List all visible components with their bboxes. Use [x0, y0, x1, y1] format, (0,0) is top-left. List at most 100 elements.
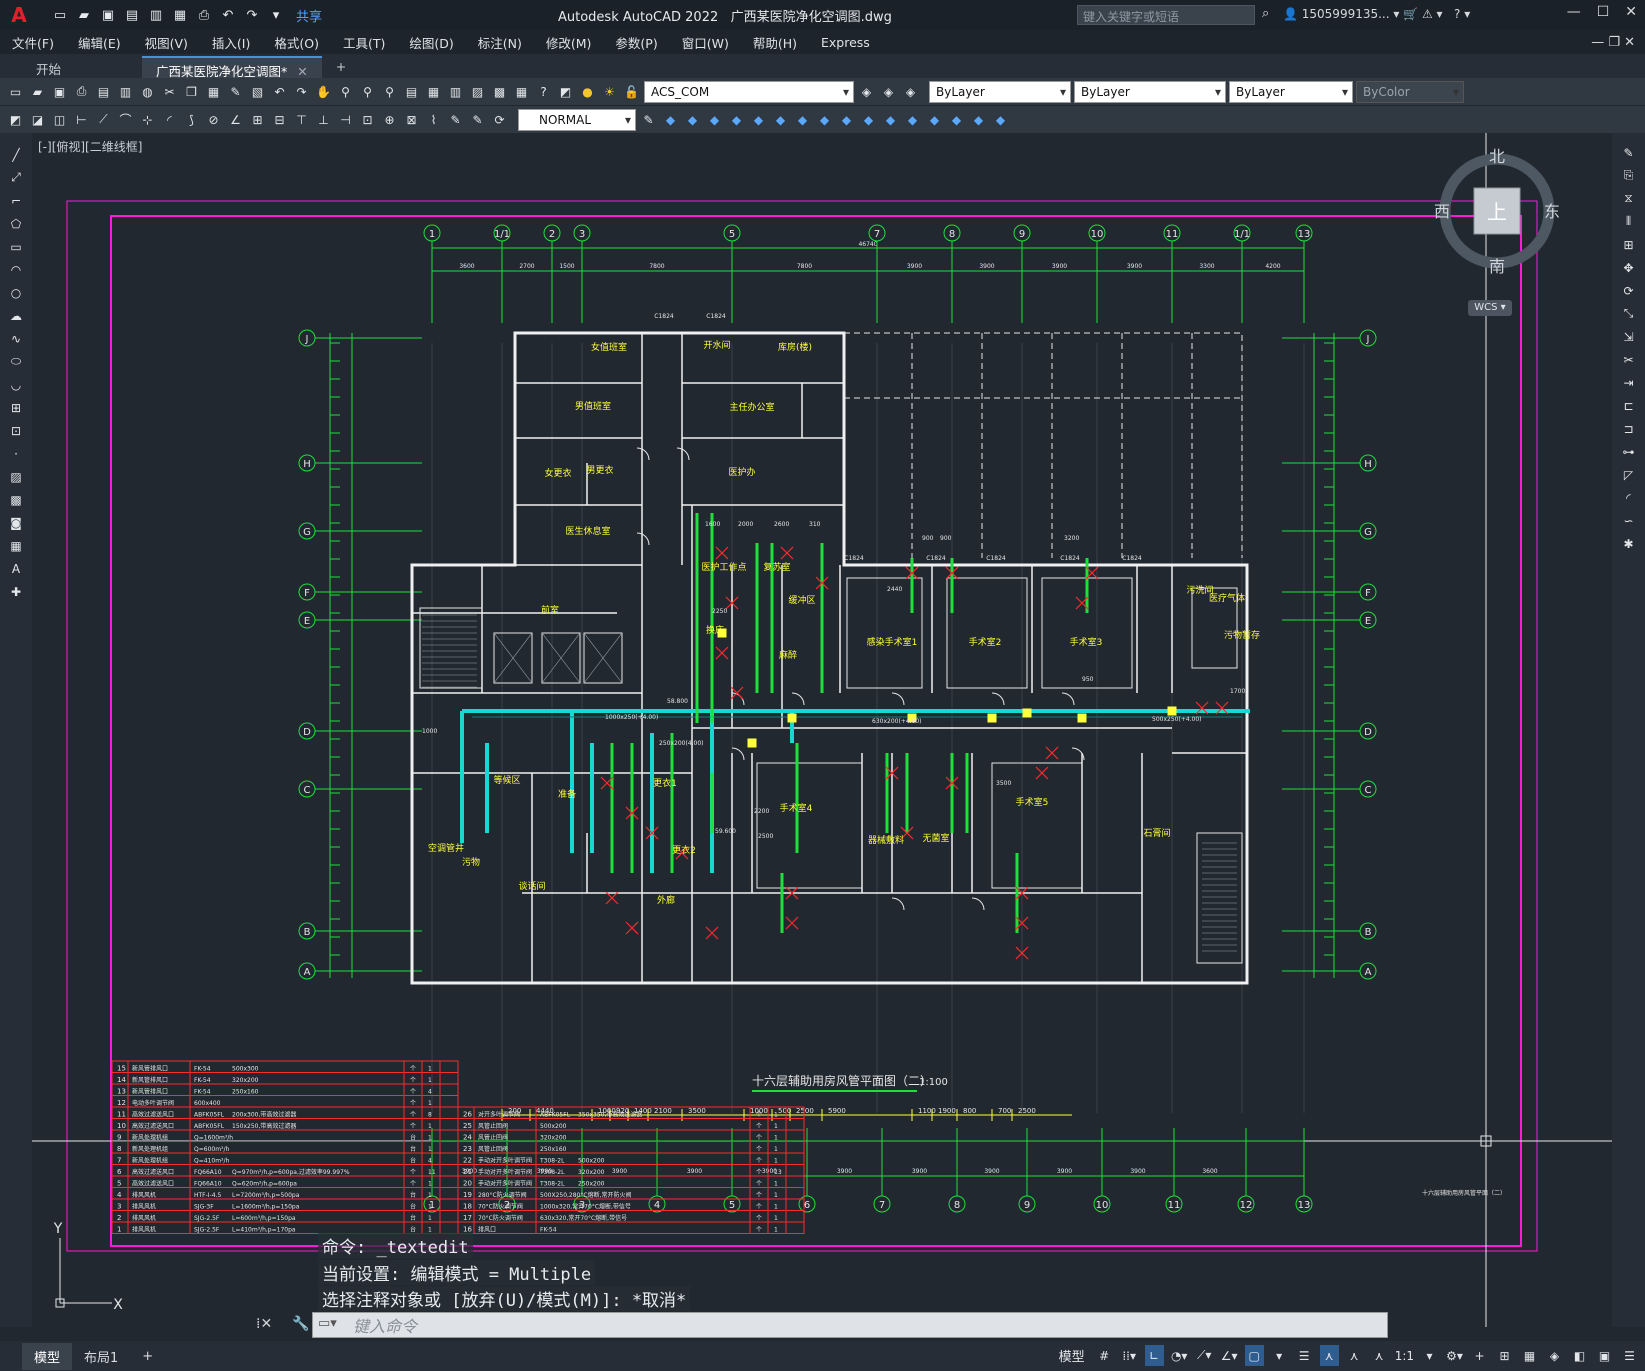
ordinate-dim-icon[interactable]: ⊹ [138, 110, 157, 129]
auto-scale-icon[interactable]: ⋏ [1345, 1345, 1364, 1366]
sun-icon[interactable]: ☀ [600, 82, 619, 101]
annotation-scale-icon[interactable]: ⋏ [1370, 1345, 1389, 1366]
region-icon[interactable]: ◙ [7, 513, 26, 532]
view-tool-13-icon[interactable]: ◆ [925, 110, 944, 129]
menu-draw[interactable]: 绘图(D) [397, 33, 465, 52]
layer-prev-icon[interactable]: ◈ [879, 82, 898, 101]
open-file-icon[interactable]: ▰ [28, 82, 47, 101]
menu-window[interactable]: 窗口(W) [670, 33, 741, 52]
dim-tool-3-icon[interactable]: ◫ [50, 110, 69, 129]
erase-icon[interactable]: ✎ [1619, 143, 1638, 162]
zoom-realtime-icon[interactable]: ⚲ [336, 82, 355, 101]
search-input[interactable]: 键入关键字或短语 [1077, 5, 1255, 25]
preview-icon[interactable]: ▤ [94, 82, 113, 101]
drawing-canvas[interactable]: [-][俯视][二维线框] 46740 1 3600 1/1 2700 2 1500 3 780… [32, 133, 1612, 1327]
scale-dropdown[interactable]: 1:1 [1395, 1345, 1414, 1366]
center-mark-icon[interactable]: ⊕ [380, 110, 399, 129]
bulb-icon[interactable]: ● [578, 82, 597, 101]
open-icon[interactable]: ▰ [74, 5, 94, 25]
ortho-icon[interactable]: ∟ [1144, 1345, 1164, 1366]
osnap-icon[interactable]: ▢ [1244, 1345, 1264, 1366]
copy-icon[interactable]: ❐ [182, 82, 201, 101]
markup-icon[interactable]: ▩ [490, 82, 509, 101]
maximize-icon[interactable]: ☐ [1597, 4, 1610, 20]
view-tool-7-icon[interactable]: ◆ [793, 110, 812, 129]
dim-tool-1-icon[interactable]: ◩ [6, 110, 25, 129]
mirror-icon[interactable]: ⧖ [1619, 189, 1638, 208]
tab-layout1[interactable]: 布局1 [72, 1343, 130, 1370]
angular-dim-icon[interactable]: ∠ [226, 110, 245, 129]
jogged-dim-icon[interactable]: ⟆ [182, 110, 201, 129]
tab-drawing[interactable]: 广西某医院净化空调图* ✕ [142, 56, 322, 79]
rectangle-icon[interactable]: ▭ [7, 237, 26, 256]
menu-parametric[interactable]: 参数(P) [603, 33, 669, 52]
blend-icon[interactable]: ∽ [1619, 511, 1638, 530]
minimize-icon[interactable]: — [1567, 4, 1581, 20]
units-icon[interactable]: ⊞ [1495, 1345, 1514, 1366]
table-icon[interactable]: ▦ [7, 536, 26, 555]
properties-icon[interactable]: ▤ [402, 82, 421, 101]
compass-west[interactable]: 西 [1434, 202, 1450, 221]
new-icon[interactable]: ▭ [50, 5, 70, 25]
tab-close-icon[interactable]: ✕ [297, 64, 307, 79]
linear-dim-icon[interactable]: ⊢ [72, 110, 91, 129]
tolerance-icon[interactable]: ⊡ [358, 110, 377, 129]
view-tool-9-icon[interactable]: ◆ [837, 110, 856, 129]
paste-icon[interactable]: ▦ [204, 82, 223, 101]
menu-dimension[interactable]: 标注(N) [466, 33, 534, 52]
layer-dropdown[interactable]: ACS_COM [644, 80, 854, 103]
dimstyle-dropdown[interactable]: NORMAL [518, 108, 636, 131]
osnap-dropdown-icon[interactable]: ▾ [1270, 1345, 1289, 1366]
copy-object-icon[interactable]: ⎘ [1619, 166, 1638, 185]
dim-style-manager-icon[interactable]: ✎ [639, 110, 658, 129]
rotate-icon[interactable]: ⟳ [1619, 281, 1638, 300]
insert-block-icon[interactable]: ⊞ [7, 398, 26, 417]
lock-icon[interactable]: 🔓 [622, 82, 641, 101]
tab-add-layout[interactable]: + [130, 1345, 165, 1368]
help-tool-icon[interactable]: ? [534, 82, 553, 101]
publish-icon[interactable]: ▥ [116, 82, 135, 101]
plus-icon[interactable]: + [1470, 1345, 1489, 1366]
scale-dropdown-icon[interactable]: ▾ [1420, 1345, 1439, 1366]
trim-icon[interactable]: ✂ [1619, 350, 1638, 369]
view-tool-10-icon[interactable]: ◆ [859, 110, 878, 129]
print-icon[interactable]: ⎙ [72, 82, 91, 101]
break-icon[interactable]: ⊐ [1619, 419, 1638, 438]
compass-east[interactable]: 东 [1544, 202, 1560, 221]
view-tool-16-icon[interactable]: ◆ [991, 110, 1010, 129]
globe-icon[interactable]: ◍ [138, 82, 157, 101]
save-file-icon[interactable]: ▣ [50, 82, 69, 101]
fillet-icon[interactable]: ◜ [1619, 488, 1638, 507]
workspace-icon[interactable]: ⚙▾ [1445, 1345, 1464, 1366]
diameter-dim-icon[interactable]: ⊘ [204, 110, 223, 129]
view-tool-12-icon[interactable]: ◆ [903, 110, 922, 129]
isodraft-icon[interactable]: ⟋▾ [1195, 1345, 1214, 1366]
break-point-icon[interactable]: ⊏ [1619, 396, 1638, 415]
lineweight-dropdown[interactable]: ByLayer [1229, 80, 1353, 103]
command-input[interactable]: ▭▾ 键入命令 [312, 1312, 1388, 1338]
otrack-icon[interactable]: ∠▾ [1220, 1345, 1239, 1366]
color-dropdown[interactable]: ByLayer [929, 80, 1071, 103]
compass-north[interactable]: 北 [1489, 147, 1505, 166]
move-icon[interactable]: ✥ [1619, 258, 1638, 277]
hardware-accel-icon[interactable]: ◧ [1570, 1345, 1589, 1366]
menu-file[interactable]: 文件(F) [0, 33, 66, 52]
linetype-dropdown[interactable]: ByLayer [1074, 80, 1226, 103]
circle-icon[interactable]: ○ [7, 283, 26, 302]
add-selected-icon[interactable]: ✚ [7, 582, 26, 601]
plot-icon[interactable]: ⎙ [194, 5, 214, 25]
user-account[interactable]: 👤 1505999135... ▾ 🛒 ⚠ ▾ ? ▾ [1283, 7, 1470, 21]
layer-state-icon[interactable]: ◈ [901, 82, 920, 101]
view-tool-3-icon[interactable]: ◆ [705, 110, 724, 129]
quick-props-icon[interactable]: ▦ [1520, 1345, 1539, 1366]
menu-view[interactable]: 视图(V) [133, 33, 200, 52]
construction-line-icon[interactable]: ⤢ [7, 168, 26, 187]
menu-express[interactable]: Express [809, 35, 882, 50]
polygon-icon[interactable]: ⬠ [7, 214, 26, 233]
view-tool-4-icon[interactable]: ◆ [727, 110, 746, 129]
cut-icon[interactable]: ✂ [160, 82, 179, 101]
open-web-icon[interactable]: ▥ [146, 5, 166, 25]
view-tool-15-icon[interactable]: ◆ [969, 110, 988, 129]
offset-icon[interactable]: ⫴ [1619, 212, 1638, 231]
view-cube[interactable]: 上 北 南 东 西 WCS ▾ [1434, 147, 1560, 316]
